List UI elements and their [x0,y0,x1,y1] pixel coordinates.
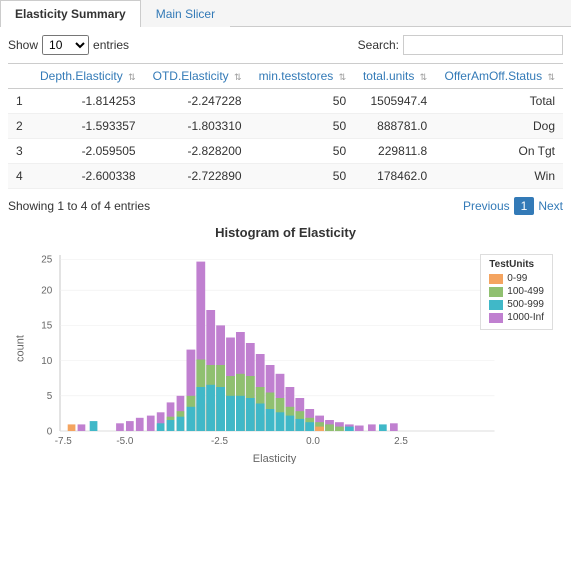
sort-icon-status: ⇅ [547,72,555,83]
show-entries-control: Show 10 25 50 100 entries [8,35,129,55]
svg-text:5: 5 [47,391,53,402]
cell-total: 178462.0 [354,164,435,189]
cell-total: 229811.8 [354,139,435,164]
sort-icon-otd: ⇅ [234,72,242,83]
legend-label-500-999: 500-999 [507,299,544,310]
cell-otd: -2.722890 [144,164,250,189]
chart-title: Histogram of Elasticity [8,225,563,240]
chart-legend: TestUnits 0-99 100-499 500-999 1000-Inf [480,254,553,330]
page-number[interactable]: 1 [514,197,535,215]
cell-min: 50 [250,139,355,164]
cell-depth: -2.600338 [31,164,144,189]
sort-icon-min: ⇅ [339,72,347,83]
showing-text: Showing 1 to 4 of 4 entries [8,199,150,213]
cell-status: Total [435,89,563,114]
cell-depth: -1.593357 [31,114,144,139]
legend-label-100-499: 100-499 [507,286,544,297]
cell-otd: -2.247228 [144,89,250,114]
legend-color-1000-inf [489,313,503,323]
cell-row-id: 3 [8,139,31,164]
entries-select[interactable]: 10 25 50 100 [42,35,89,55]
cell-depth: -1.814253 [31,89,144,114]
col-header-depth-elasticity[interactable]: Depth.Elasticity ⇅ [31,64,144,89]
legend-label-1000-inf: 1000-Inf [507,312,544,323]
cell-status: Dog [435,114,563,139]
legend-item-1000-inf: 1000-Inf [489,312,544,323]
svg-text:Elasticity: Elasticity [253,453,297,464]
cell-otd: -1.803310 [144,114,250,139]
svg-text:0.0: 0.0 [306,436,320,447]
chart-area: Histogram of Elasticity 0 5 10 15 20 25 [8,225,563,464]
svg-text:2.5: 2.5 [394,436,408,447]
table-row: 4 -2.600338 -2.722890 50 178462.0 Win [8,164,563,189]
cell-otd: -2.828200 [144,139,250,164]
table-footer: Showing 1 to 4 of 4 entries Previous 1 N… [8,197,563,215]
legend-label-0-99: 0-99 [507,273,527,284]
cell-min: 50 [250,89,355,114]
search-label: Search: [358,38,399,52]
legend-item-100-499: 100-499 [489,286,544,297]
svg-text:20: 20 [41,286,53,297]
sort-icon-total: ⇅ [420,72,428,83]
next-button[interactable]: Next [538,199,563,213]
tab-elasticity-summary[interactable]: Elasticity Summary [0,0,141,27]
svg-text:-7.5: -7.5 [55,436,73,447]
legend-item-500-999: 500-999 [489,299,544,310]
show-label: Show [8,38,38,52]
col-header-otd-elasticity[interactable]: OTD.Elasticity ⇅ [144,64,250,89]
tab-main-slicer[interactable]: Main Slicer [141,0,230,27]
cell-status: On Tgt [435,139,563,164]
col-header-offer-status[interactable]: OfferAmOff.Status ⇅ [435,64,563,89]
legend-color-100-499 [489,287,503,297]
tab-bar: Elasticity Summary Main Slicer [0,0,571,27]
legend-item-0-99: 0-99 [489,273,544,284]
cell-row-id: 4 [8,164,31,189]
svg-text:15: 15 [41,321,53,332]
search-input[interactable] [403,35,563,55]
legend-color-0-99 [489,274,503,284]
svg-text:count: count [15,335,27,362]
svg-text:0: 0 [47,426,53,437]
legend-color-500-999 [489,300,503,310]
cell-total: 888781.0 [354,114,435,139]
table-body: 1 -1.814253 -2.247228 50 1505947.4 Total… [8,89,563,189]
search-area: Search: [358,35,563,55]
svg-text:25: 25 [41,255,53,266]
cell-min: 50 [250,164,355,189]
legend-title: TestUnits [489,259,544,270]
col-header-min-teststores[interactable]: min.teststores ⇅ [250,64,355,89]
sort-icon-depth: ⇅ [128,72,136,83]
svg-text:10: 10 [41,356,53,367]
cell-total: 1505947.4 [354,89,435,114]
col-header-total-units[interactable]: total.units ⇅ [354,64,435,89]
table-controls: Show 10 25 50 100 entries Search: [8,35,563,55]
cell-depth: -2.059505 [31,139,144,164]
svg-text:-2.5: -2.5 [211,436,229,447]
entries-label: entries [93,38,129,52]
cell-row-id: 2 [8,114,31,139]
previous-button[interactable]: Previous [463,199,510,213]
chart-container: 0 5 10 15 20 25 count -7.5 -5.0 -2.5 0.0 [8,244,563,464]
main-content: Show 10 25 50 100 entries Search: Depth.… [0,27,571,472]
svg-text:-5.0: -5.0 [116,436,134,447]
table-row: 1 -1.814253 -2.247228 50 1505947.4 Total [8,89,563,114]
pagination: Previous 1 Next [463,197,563,215]
table-row: 2 -1.593357 -1.803310 50 888781.0 Dog [8,114,563,139]
cell-min: 50 [250,114,355,139]
cell-row-id: 1 [8,89,31,114]
table-header-row: Depth.Elasticity ⇅ OTD.Elasticity ⇅ min.… [8,64,563,89]
col-header-row-num[interactable] [8,64,31,89]
table-row: 3 -2.059505 -2.828200 50 229811.8 On Tgt [8,139,563,164]
cell-status: Win [435,164,563,189]
data-table: Depth.Elasticity ⇅ OTD.Elasticity ⇅ min.… [8,63,563,189]
